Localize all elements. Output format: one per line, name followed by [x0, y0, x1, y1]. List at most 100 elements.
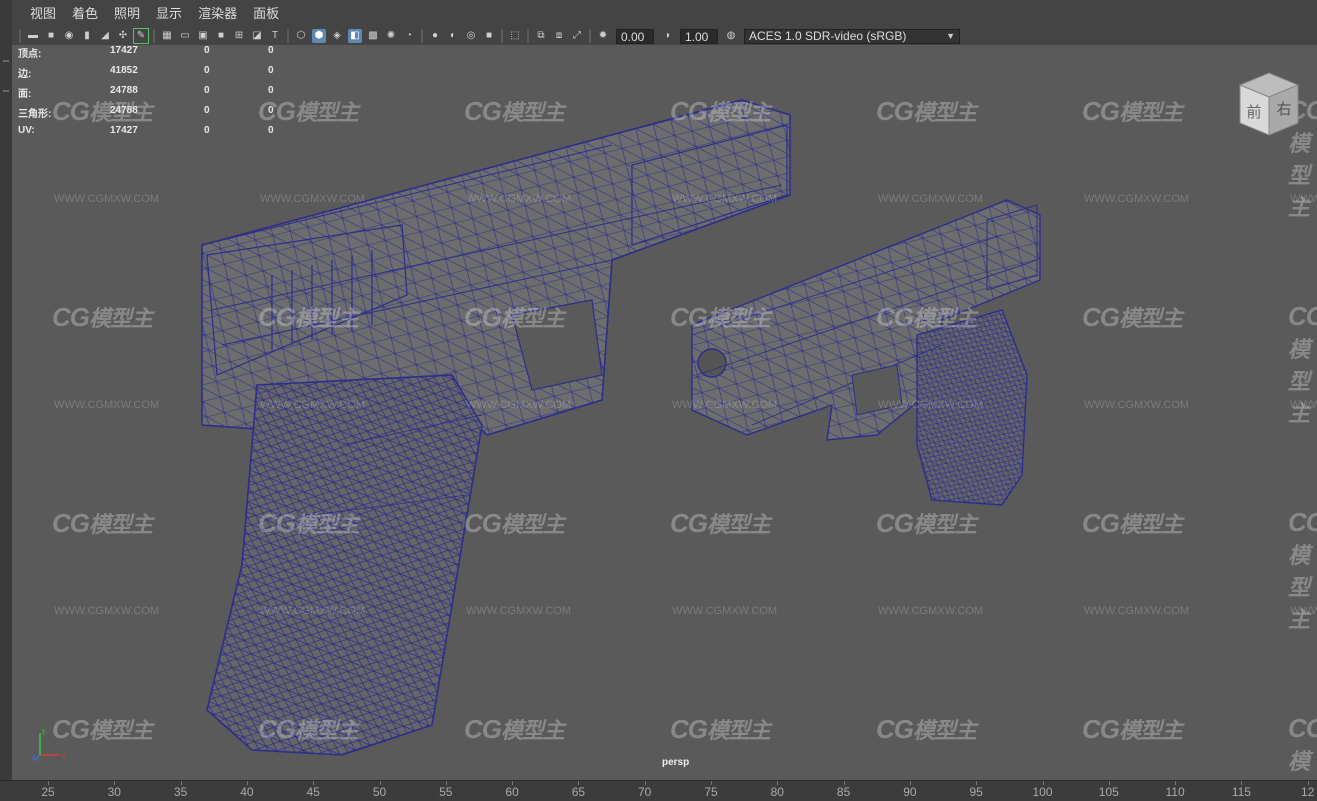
watermark-logo-mark: CG — [1288, 713, 1317, 743]
ruler-frame-label: 80 — [770, 785, 784, 799]
watermark-logo-mark: CG — [464, 714, 502, 744]
watermark-logo-text: 模型主 — [707, 718, 771, 743]
viewcube-front-label[interactable]: 前 — [1246, 103, 1261, 121]
hud-value: 0 — [268, 85, 274, 96]
watermark-logo-mark: CG — [464, 96, 502, 126]
view-cube[interactable]: 前 右 — [1236, 69, 1302, 139]
gamma-icon[interactable]: ◑ — [660, 29, 674, 43]
xray-active-icon[interactable]: ⧉ — [534, 29, 548, 43]
hud-row-triangles: 三角形: 24788 0 0 — [18, 105, 318, 125]
menu-shading[interactable]: 着色 — [64, 0, 106, 27]
ruler-frame-label: 12 — [1301, 785, 1315, 799]
watermark-logo: CG模型主 — [670, 507, 771, 539]
watermark-logo-text: 模型主 — [913, 512, 977, 537]
film-gate-icon[interactable]: ▭ — [178, 29, 192, 43]
viewcube-right-label[interactable]: 右 — [1276, 100, 1291, 118]
watermark-logo-mark: CG — [1082, 96, 1120, 126]
camera-attr-icon[interactable]: ◉ — [62, 29, 76, 43]
hud-label: UV: — [18, 125, 35, 136]
watermark-url: WWW.CGMXW.COM — [54, 399, 160, 411]
toolbar-separator — [589, 29, 591, 43]
toolbar-separator — [153, 29, 155, 43]
watermark-logo-text: 模型主 — [1119, 306, 1183, 331]
anti-alias-icon[interactable]: ◐ — [446, 29, 460, 43]
exposure-field[interactable]: 0.00 — [616, 28, 654, 44]
motion-blur-icon[interactable]: ● — [428, 29, 442, 43]
isolate-select-icon[interactable]: ■ — [482, 29, 496, 43]
bookmark-icon[interactable]: ▮ — [80, 29, 94, 43]
gate-mask-icon[interactable]: ■ — [214, 29, 228, 43]
hud-value: 0 — [268, 65, 274, 76]
watermark-logo: CG模型主 — [464, 713, 565, 745]
watermark-url: WWW.CGMXW.COM — [672, 605, 778, 617]
menu-panels[interactable]: 面板 — [245, 0, 287, 27]
hud-label: 三角形: — [18, 109, 52, 120]
ruler-frame-label: 65 — [571, 785, 586, 799]
watermark-url: WWW.CGMXW.COM — [1084, 399, 1190, 411]
watermark-logo-mark: CG — [876, 96, 914, 126]
grid-icon[interactable]: ▦ — [160, 29, 174, 43]
watermark-logo-text: 模型主 — [1119, 512, 1183, 537]
ruler-frame-label: 100 — [1032, 785, 1053, 799]
color-management-icon[interactable]: ◍ — [724, 29, 738, 43]
frame-icon[interactable]: ⤢ — [570, 29, 584, 43]
wireframe-icon[interactable]: ⬡ — [294, 29, 308, 43]
xray-icon[interactable]: ◧ — [348, 29, 362, 43]
resolution-gate-icon[interactable]: ▣ — [196, 29, 210, 43]
smooth-shade-icon[interactable]: ⬢ — [312, 29, 326, 43]
watermark-url: WWW.CGMXW.COM — [1084, 605, 1190, 617]
xray-joints-icon[interactable]: ⬚ — [508, 29, 522, 43]
watermark-logo: CG模型主 — [258, 507, 359, 539]
time-slider-ruler[interactable]: 25 30 35 40 45 50 55 60 65 70 75 80 85 90 95 100 105 110 1… — [0, 780, 1317, 801]
hud-value: 0 — [268, 105, 274, 116]
ruler-frame-label: 105 — [1098, 785, 1119, 799]
ambient-occlusion-icon[interactable]: ◔ — [402, 29, 416, 43]
depth-of-field-icon[interactable]: ◎ — [464, 29, 478, 43]
ruler-frame-label: 40 — [240, 785, 254, 799]
2d-pan-icon[interactable]: ✣ — [116, 29, 130, 43]
toolbar-separator — [501, 29, 503, 43]
hud-row-uvs: UV: 17427 0 0 — [18, 125, 318, 145]
watermark-logo-mark: CG — [670, 96, 708, 126]
watermark-logo-text: 模型主 — [1288, 543, 1310, 632]
watermark-logo: CG模型主 — [1288, 713, 1317, 780]
watermark-logo-mark: CG — [876, 508, 914, 538]
watermark-url: WWW.CGMXW.COM — [466, 605, 572, 617]
shade-wireframe-icon[interactable]: ◈ — [330, 29, 344, 43]
menu-show[interactable]: 显示 — [148, 0, 190, 27]
exposure-icon[interactable]: ✹ — [596, 29, 610, 43]
axis-label-z: z — [32, 754, 36, 761]
camera-icon[interactable]: ▬ — [26, 29, 40, 43]
camera-lock-icon[interactable]: ■ — [44, 29, 58, 43]
menu-lighting[interactable]: 照明 — [106, 0, 148, 27]
scene-canvas[interactable] — [12, 45, 1317, 780]
backface-icon[interactable]: ⧈ — [552, 29, 566, 43]
watermark-logo: CG模型主 — [52, 507, 153, 539]
watermark-logo-mark: CG — [670, 302, 708, 332]
watermark-logo-mark: CG — [1288, 507, 1317, 537]
use-lights-icon[interactable]: ▩ — [366, 29, 380, 43]
menu-view[interactable]: 视图 — [22, 0, 64, 27]
gamma-field[interactable]: 1.00 — [680, 28, 718, 44]
hud-value: 0 — [204, 65, 210, 76]
watermark-url: WWW.CGMXW.COM — [466, 193, 572, 205]
watermark-logo-text: 模型主 — [707, 100, 771, 125]
persp-viewport[interactable]: CG模型主 WWW.CGMXW.COM CG模型主 WWW.CGMXW.COM CG模型… — [12, 45, 1317, 780]
safe-action-icon[interactable]: ◪ — [250, 29, 264, 43]
field-chart-icon[interactable]: ⊞ — [232, 29, 246, 43]
watermark-url: WWW.CGMXW.COM — [260, 605, 366, 617]
watermark-logo: CG模型主 — [464, 95, 565, 127]
safe-title-icon[interactable]: T — [268, 29, 282, 43]
menu-renderer[interactable]: 渲染器 — [190, 0, 245, 27]
pistol-small-mesh[interactable] — [691, 199, 1041, 506]
shadows-icon[interactable]: ✺ — [384, 29, 398, 43]
ruler-frame-label: 75 — [704, 785, 718, 799]
grease-pencil-icon[interactable]: ✎ — [133, 28, 149, 44]
ruler-frame-label: 35 — [173, 785, 188, 799]
hud-label: 面: — [18, 89, 32, 100]
hud-value: 0 — [268, 45, 274, 56]
watermark-logo: CG模型主 — [1082, 95, 1183, 127]
image-plane-icon[interactable]: ◢ — [98, 29, 112, 43]
watermark-logo-mark: CG — [670, 714, 708, 744]
color-space-dropdown[interactable]: ACES 1.0 SDR-video (sRGB) ▼ — [744, 28, 960, 44]
